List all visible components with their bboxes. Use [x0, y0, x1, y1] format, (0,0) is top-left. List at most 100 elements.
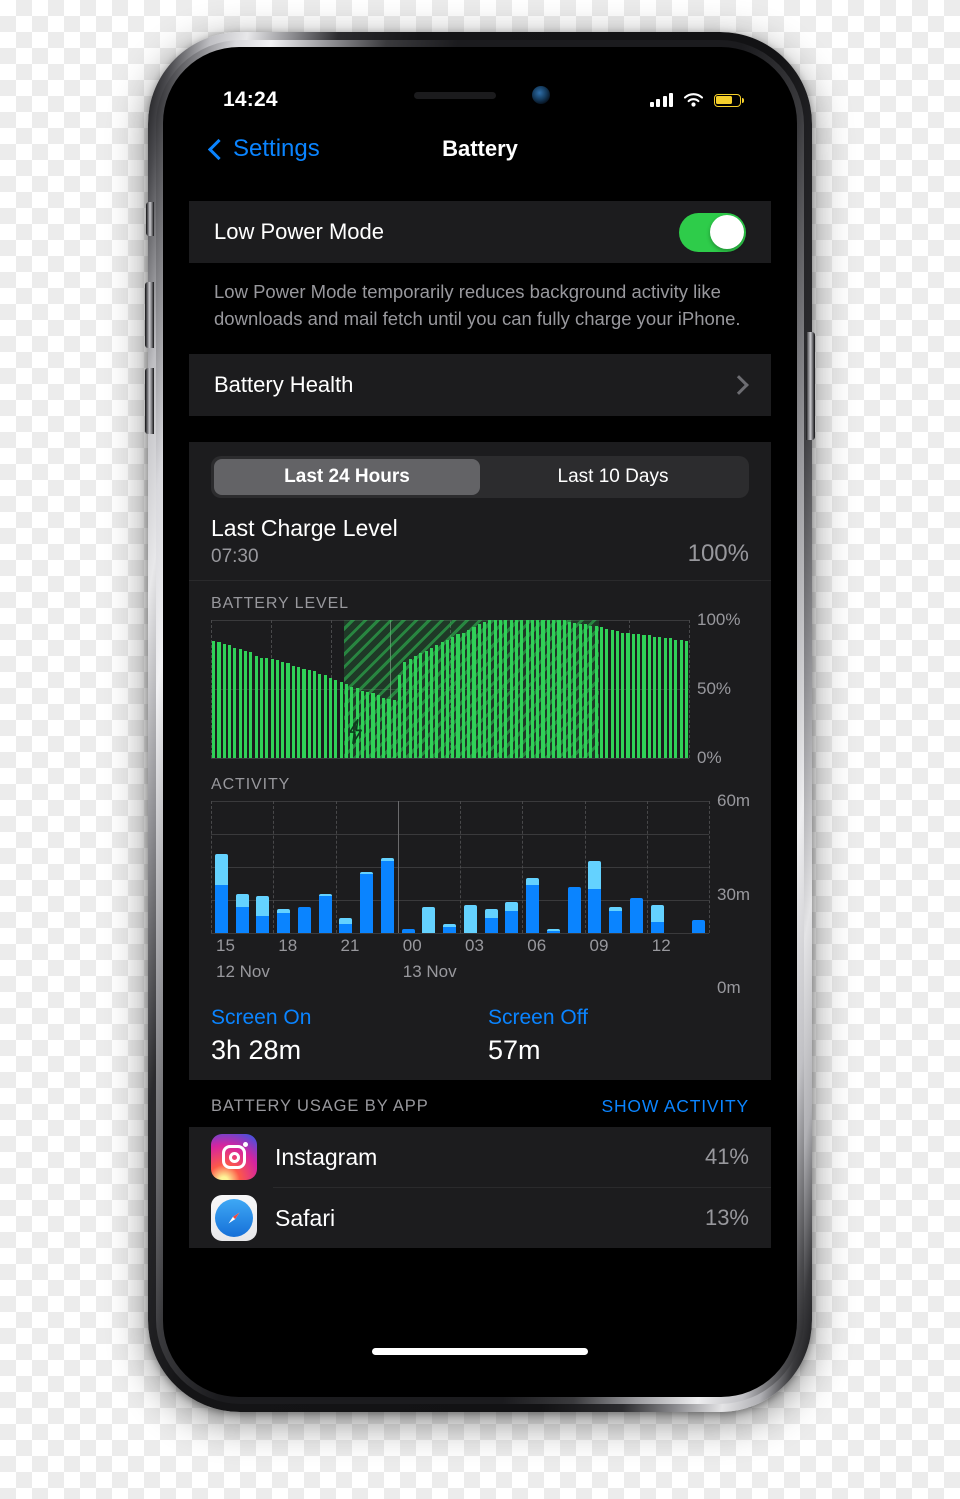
battery-level-bar: [477, 624, 481, 759]
battery-level-bar: [307, 669, 311, 759]
battery-level-bar: [605, 628, 609, 759]
battery-health-label: Battery Health: [214, 372, 354, 398]
screen-on-segment: [443, 926, 457, 934]
battery-level-bar: [599, 627, 603, 759]
battery-health-row[interactable]: Battery Health: [189, 354, 771, 416]
iphone-device-frame: 14:24 Settings Battery Low Power Mode Lo…: [145, 32, 815, 1412]
battery-level-bar: [525, 620, 529, 759]
activity-bar: [609, 801, 623, 934]
battery-level-bar: [302, 668, 306, 759]
battery-level-bar: [222, 643, 226, 759]
list-item[interactable]: Instagram 41%: [189, 1127, 771, 1187]
battery-level-bar: [621, 632, 625, 759]
battery-level-bar: [270, 658, 274, 759]
activity-bar: [339, 801, 353, 934]
battery-level-bar: [228, 645, 232, 759]
activity-bar: [567, 801, 581, 934]
bar-slot: [688, 801, 709, 934]
battery-level-bar: [498, 620, 503, 759]
screen-off-value: 57m: [488, 1035, 541, 1066]
date-axis-label: 13 Nov: [402, 962, 457, 982]
battery-level-bar: [259, 657, 263, 759]
activity-chart-title: ACTIVITY: [211, 776, 291, 794]
show-activity-button[interactable]: SHOW ACTIVITY: [602, 1096, 750, 1117]
activity-bar: [588, 801, 602, 934]
battery-level-bar: [297, 667, 301, 759]
battery-level-chart-title: BATTERY LEVEL: [211, 595, 349, 613]
battery-level-bar: [684, 640, 688, 759]
battery-level-bar: [637, 634, 641, 759]
battery-level-bar: [642, 635, 646, 759]
battery-level-bar: [674, 639, 678, 759]
battery-level-bar: [552, 620, 556, 759]
x-axis-tick-label: 06: [527, 936, 547, 956]
back-to-settings-button[interactable]: Settings: [207, 135, 320, 163]
battery-level-bars: [211, 620, 689, 759]
battery-level-bar: [445, 639, 449, 759]
screen-off-segment: [484, 909, 498, 918]
bar-slot: [502, 801, 523, 934]
battery-level-bar: [589, 625, 593, 759]
bar-slot: [398, 801, 419, 934]
battery-level-bar: [493, 620, 497, 759]
volume-down-button[interactable]: [145, 368, 154, 434]
bar-slot: [253, 801, 274, 934]
battery-level-bar: [456, 634, 460, 759]
battery-level-bar: [281, 661, 285, 759]
section-spacer: [189, 416, 771, 443]
battery-usage-by-app-label: BATTERY USAGE BY APP: [211, 1097, 429, 1116]
time-range-segmented-control[interactable]: Last 24 Hours Last 10 Days: [211, 456, 749, 499]
low-power-mode-toggle[interactable]: [679, 212, 746, 252]
screen-time-summary: Screen On 3h 28m Screen Off 57m: [189, 988, 771, 1080]
battery-level-bar: [530, 620, 534, 759]
screen-off-segment: [650, 904, 664, 923]
tab-last-24-hours[interactable]: Last 24 Hours: [214, 459, 480, 496]
y-axis-tick-label: 100%: [697, 610, 741, 630]
battery-level-bar: [323, 675, 327, 759]
activity-bar: [214, 801, 228, 934]
activity-bar: [505, 801, 519, 934]
last-charge-time: 07:30: [211, 546, 259, 568]
battery-level-bar: [376, 694, 380, 759]
battery-level-bar: [626, 632, 630, 759]
status-bar-indicators: [649, 92, 744, 109]
y-axis-tick-label: 0%: [697, 748, 722, 768]
battery-level-bar: [610, 629, 614, 759]
screen-on-segment: [318, 895, 332, 934]
battery-level-bar: [275, 660, 279, 759]
activity-bar: [629, 801, 643, 934]
screen-on-value: 3h 28m: [211, 1035, 302, 1066]
tab-last-10-days[interactable]: Last 10 Days: [480, 459, 746, 495]
battery-level-bar: [238, 649, 242, 759]
silent-switch-button[interactable]: [146, 202, 154, 236]
home-indicator[interactable]: [372, 1348, 588, 1355]
safari-needle-icon: [228, 1212, 240, 1224]
bar-slot: [315, 801, 336, 934]
app-battery-percent: 13%: [704, 1205, 749, 1231]
bar-slot: [543, 801, 564, 934]
battery-level-bar: [514, 620, 518, 759]
volume-up-button[interactable]: [145, 282, 154, 348]
screen-on-segment: [692, 920, 706, 934]
activity-plot-row: 15 18 21 00 03 06 09 12 12 Nov 13 Nov 60m 30m 0m: [211, 791, 751, 997]
battery-level-bar: [568, 621, 572, 759]
screen-on-segment: [380, 860, 394, 934]
battery-level-bar: [328, 678, 333, 759]
low-power-mode-row[interactable]: Low Power Mode: [189, 201, 771, 263]
power-button[interactable]: [806, 332, 815, 440]
y-axis-tick-label: 50%: [697, 679, 732, 699]
back-button-label: Settings: [233, 135, 320, 162]
y-axis-tick-label: 60m: [717, 791, 751, 811]
x-axis-tick-label: 00: [402, 936, 422, 956]
activity-bar: [546, 801, 560, 934]
settings-content: Low Power Mode Low Power Mode temporaril…: [189, 177, 771, 1249]
screen-off-segment: [235, 893, 249, 907]
bar-slot: [626, 801, 647, 934]
y-axis-tick-label: 0m: [717, 978, 741, 998]
battery-level-y-axis: 100% 50% 0%: [689, 610, 749, 767]
y-axis-tick-label: 30m: [717, 884, 751, 904]
chevron-left-icon: [207, 138, 230, 160]
wifi-icon: [683, 92, 704, 107]
screen-bottom-mask: [189, 1359, 771, 1371]
list-item[interactable]: Safari 13%: [189, 1188, 771, 1248]
